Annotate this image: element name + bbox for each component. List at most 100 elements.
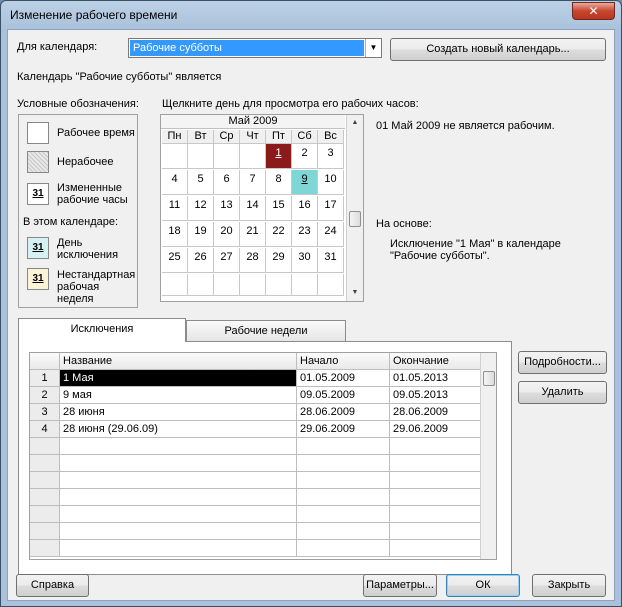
calendar-day[interactable]: 5 <box>188 170 214 195</box>
calendar-day[interactable]: 15 <box>266 196 292 221</box>
scroll-down-icon[interactable]: ▼ <box>347 285 363 301</box>
calendar-day[interactable]: 7 <box>240 170 266 195</box>
calendar-day[interactable]: 22 <box>266 222 292 247</box>
table-cell-end[interactable] <box>390 438 482 455</box>
table-cell-start[interactable] <box>297 438 390 455</box>
table-row[interactable]: 4 28 июня (29.06.09) 29.06.2009 29.06.2009 <box>30 421 482 438</box>
table-row[interactable] <box>30 540 482 557</box>
calendar-day[interactable]: 17 <box>318 196 344 221</box>
table-cell-end[interactable]: 09.05.2013 <box>390 387 482 404</box>
table-cell-num[interactable] <box>30 438 60 455</box>
calendar-day[interactable]: 28 <box>240 248 266 273</box>
delete-button[interactable]: Удалить <box>518 381 607 404</box>
table-row[interactable] <box>30 506 482 523</box>
table-cell-start[interactable]: 01.05.2009 <box>297 370 390 387</box>
table-row[interactable] <box>30 489 482 506</box>
calendar-day[interactable]: 20 <box>214 222 240 247</box>
table-row[interactable] <box>30 472 482 489</box>
table-cell-end[interactable] <box>390 455 482 472</box>
table-cell-name[interactable] <box>60 472 297 489</box>
calendar-day[interactable]: 27 <box>214 248 240 273</box>
calendar-select[interactable]: Рабочие субботы ▼ <box>128 38 382 58</box>
table-cell-end[interactable] <box>390 523 482 540</box>
table-cell-num[interactable] <box>30 455 60 472</box>
title-bar[interactable]: Изменение рабочего времени ✕ <box>1 1 621 29</box>
table-cell-end[interactable]: 29.06.2009 <box>390 421 482 438</box>
table-cell-num[interactable]: 2 <box>30 387 60 404</box>
table-scroll-thumb[interactable] <box>483 371 495 386</box>
ok-button[interactable]: ОК <box>446 574 520 597</box>
calendar-day[interactable]: 25 <box>162 248 188 273</box>
calendar-day[interactable]: 16 <box>292 196 318 221</box>
calendar-scrollbar[interactable]: ▲ ▼ <box>346 115 363 301</box>
header-start[interactable]: Начало <box>297 353 390 370</box>
calendar-day[interactable]: 3 <box>318 144 344 169</box>
table-cell-name[interactable] <box>60 540 297 557</box>
table-row[interactable] <box>30 455 482 472</box>
table-cell-start[interactable] <box>297 506 390 523</box>
table-cell-num[interactable] <box>30 472 60 489</box>
calendar-scroll-thumb[interactable] <box>349 211 361 227</box>
calendar-day[interactable]: 13 <box>214 196 240 221</box>
options-button[interactable]: Параметры... <box>363 574 437 597</box>
calendar-day[interactable]: 18 <box>162 222 188 247</box>
table-cell-start[interactable]: 28.06.2009 <box>297 404 390 421</box>
exceptions-table[interactable]: Название Начало Окончание 11 Мая 01.05.20… <box>29 352 497 560</box>
tab-work-weeks[interactable]: Рабочие недели <box>186 320 346 341</box>
table-row[interactable] <box>30 523 482 540</box>
table-scrollbar[interactable] <box>480 353 496 559</box>
table-cell-num[interactable] <box>30 506 60 523</box>
header-end[interactable]: Окончание <box>390 353 482 370</box>
table-cell-name[interactable]: 28 июня (29.06.09) <box>60 421 297 438</box>
table-cell-start[interactable] <box>297 489 390 506</box>
table-cell-start[interactable] <box>297 455 390 472</box>
details-button[interactable]: Подробности... <box>518 351 607 374</box>
calendar-day[interactable]: 10 <box>318 170 344 195</box>
calendar-day[interactable]: 23 <box>292 222 318 247</box>
calendar-day[interactable]: 8 <box>266 170 292 195</box>
table-cell-end[interactable] <box>390 472 482 489</box>
table-row[interactable]: 3 28 июня 28.06.2009 28.06.2009 <box>30 404 482 421</box>
table-cell-end[interactable]: 28.06.2009 <box>390 404 482 421</box>
calendar-day[interactable]: 14 <box>240 196 266 221</box>
calendar-day[interactable]: 19 <box>188 222 214 247</box>
calendar-day[interactable]: 6 <box>214 170 240 195</box>
table-row[interactable] <box>30 438 482 455</box>
table-cell-start[interactable] <box>297 472 390 489</box>
table-cell-start[interactable] <box>297 523 390 540</box>
table-cell-end[interactable] <box>390 540 482 557</box>
help-button[interactable]: Справка <box>16 574 89 597</box>
table-cell-num[interactable]: 1 <box>30 370 60 387</box>
table-cell-num[interactable] <box>30 540 60 557</box>
table-row[interactable]: 29 мая 09.05.2009 09.05.2013 <box>30 387 482 404</box>
table-cell-name[interactable] <box>60 455 297 472</box>
calendar-day[interactable]: 31 <box>318 248 344 273</box>
header-name[interactable]: Название <box>60 353 297 370</box>
create-calendar-button[interactable]: Создать новый календарь... <box>390 38 606 61</box>
table-cell-name[interactable] <box>60 523 297 540</box>
table-cell-start[interactable]: 09.05.2009 <box>297 387 390 404</box>
scroll-up-icon[interactable]: ▲ <box>347 115 363 131</box>
table-cell-start[interactable] <box>297 540 390 557</box>
table-cell-name[interactable] <box>60 506 297 523</box>
calendar-day[interactable]: 2 <box>292 144 318 169</box>
table-cell-num[interactable] <box>30 489 60 506</box>
calendar-day[interactable]: 12 <box>188 196 214 221</box>
table-cell-num[interactable] <box>30 523 60 540</box>
table-cell-name[interactable]: 28 июня <box>60 404 297 421</box>
calendar-day[interactable]: 30 <box>292 248 318 273</box>
calendar-day[interactable]: 21 <box>240 222 266 247</box>
calendar-day[interactable]: 9 <box>292 170 318 195</box>
table-cell-end[interactable]: 01.05.2013 <box>390 370 482 387</box>
table-cell-start[interactable]: 29.06.2009 <box>297 421 390 438</box>
table-cell-num[interactable]: 4 <box>30 421 60 438</box>
calendar-day[interactable]: 11 <box>162 196 188 221</box>
table-cell-name[interactable]: 9 мая <box>60 387 297 404</box>
calendar-day[interactable]: 26 <box>188 248 214 273</box>
table-cell-name[interactable] <box>60 489 297 506</box>
close-button[interactable]: Закрыть <box>532 574 606 597</box>
table-cell-end[interactable] <box>390 506 482 523</box>
calendar-day[interactable]: 24 <box>318 222 344 247</box>
chevron-down-icon[interactable]: ▼ <box>365 39 381 57</box>
table-cell-end[interactable] <box>390 489 482 506</box>
